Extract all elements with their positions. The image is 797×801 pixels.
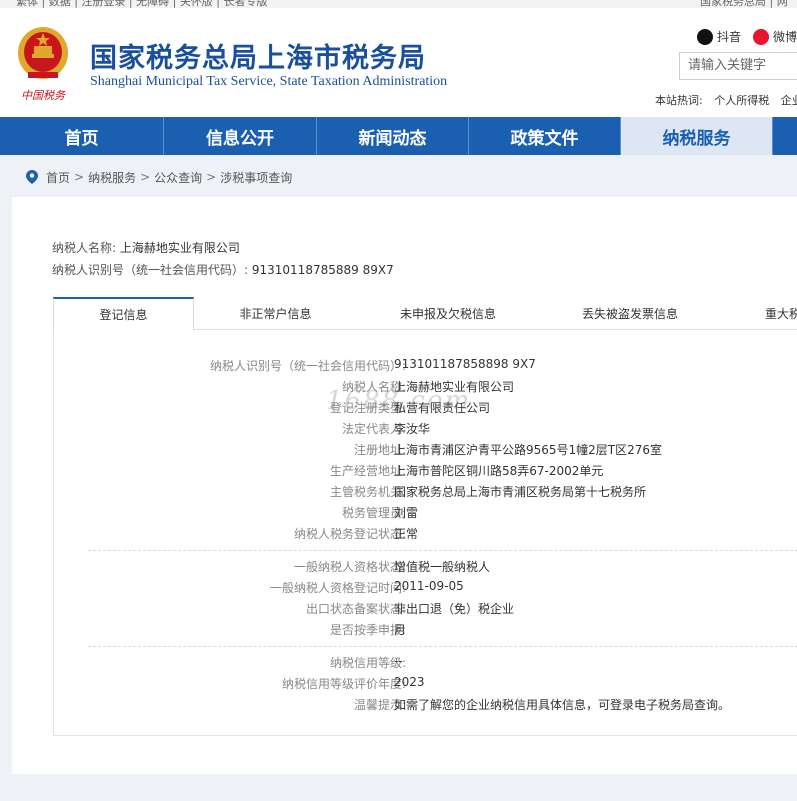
detail-value: 月	[394, 623, 407, 637]
logo-script-text: 中国税务	[21, 89, 66, 102]
detail-label: 一般纳税人资格登记时间:	[269, 581, 406, 595]
nav-more[interactable]	[773, 117, 797, 155]
tab-lost-invoices[interactable]: 丢失被盗发票信息	[539, 297, 721, 330]
taxpayer-name-line: 纳税人名称: 上海赫地实业有限公司	[52, 239, 240, 256]
detail-value: 上海市普陀区铜川路58弄67-2002单元	[394, 464, 604, 478]
detail-label: 一般纳税人资格状态:	[293, 560, 406, 574]
taxpayer-name-label: 纳税人名称:	[52, 241, 117, 255]
weibo-link[interactable]: 微博	[753, 28, 797, 45]
content-card: 纳税人名称: 上海赫地实业有限公司 纳税人识别号（统一社会信用代码）: 9131…	[12, 197, 797, 774]
taxpayer-id-label: 纳税人识别号（统一社会信用代码）:	[52, 263, 249, 277]
detail-row: 一般纳税人资格登记时间: 2011-09-05	[54, 579, 797, 599]
search-input[interactable]: 请输入关键字	[679, 52, 797, 80]
detail-label: 纳税信用等级评价年度:	[281, 677, 406, 691]
tab-unfiled-arrears[interactable]: 未申报及欠税信息	[357, 297, 539, 330]
breadcrumb-separator: >	[140, 170, 151, 184]
nav-news[interactable]: 新闻动态	[317, 117, 469, 155]
detail-value: 刘雷	[394, 506, 419, 520]
watermark: 1688.com	[326, 386, 472, 416]
breadcrumb-home[interactable]: 首页	[46, 169, 70, 186]
tab-major-tax[interactable]: 重大税	[721, 297, 797, 330]
detail-value: 增值税一般纳税人	[394, 560, 491, 574]
detail-row: 出口状态备案状态: 非出口退（免）税企业	[54, 600, 797, 620]
breadcrumb-tax-service[interactable]: 纳税服务	[88, 169, 136, 186]
weibo-icon	[753, 28, 769, 45]
nav-tax-service[interactable]: 纳税服务	[621, 117, 773, 155]
detail-value: 上海市青浦区沪青平公路9565号1幢2层T区276室	[394, 443, 663, 457]
top-links-strip: 繁体 | 数据 | 注册登录 | 无障碍 | 关怀版 | 长者专版 国家税务总局…	[0, 0, 797, 8]
site-title: 国家税务总局上海市税务局	[90, 43, 426, 74]
taxpayer-id-line: 纳税人识别号（统一社会信用代码）: 91310118785889 89X7	[52, 261, 394, 278]
detail-label: 纳税人税务登记状态:	[293, 527, 406, 541]
detail-row: 温馨提示: 如需了解您的企业纳税信用具体信息，可登录电子税务局查询。	[54, 696, 797, 716]
search-placeholder: 请输入关键字	[688, 58, 767, 73]
douyin-icon	[697, 28, 713, 45]
section-divider	[88, 646, 797, 647]
detail-row: 主管税务机关: 国家税务总局上海市青浦区税务局第十七税务所	[54, 483, 797, 503]
hotword-item[interactable]: 企业	[781, 94, 797, 107]
detail-row: 生产经营地址: 上海市普陀区铜川路58弄67-2002单元	[54, 462, 797, 482]
top-links-right[interactable]: 国家税务总局 | 网	[700, 0, 788, 8]
detail-value: 2011-09-05	[394, 579, 464, 593]
detail-value: --	[394, 654, 403, 668]
breadcrumb-current: 涉税事项查询	[220, 170, 293, 185]
breadcrumb-public-query[interactable]: 公众查询	[154, 169, 202, 186]
detail-value: 2023	[394, 675, 425, 689]
detail-row: 是否按季申报: 月	[54, 621, 797, 641]
detail-row: 一般纳税人资格状态: 增值税一般纳税人	[54, 558, 797, 578]
hotword-item[interactable]: 个人所得税	[714, 94, 769, 107]
breadcrumb-separator: >	[206, 170, 217, 184]
location-pin-icon	[26, 170, 38, 184]
section-divider	[88, 550, 797, 551]
detail-row: 法定代表人: 李汝华	[54, 420, 797, 440]
national-emblem-logo[interactable]: 中国税务	[14, 24, 72, 108]
taxpayer-id-value: 91310118785889 89X7	[251, 263, 394, 277]
detail-value: 非出口退（免）税企业	[394, 602, 515, 616]
detail-row: 纳税信用等级: --	[54, 654, 797, 674]
site-subtitle: Shanghai Municipal Tax Service, State Ta…	[90, 74, 448, 89]
hotwords-label: 本站热词:	[655, 94, 703, 107]
breadcrumb: 首页 > 纳税服务 > 公众查询 > 涉税事项查询	[26, 169, 292, 185]
tab-abnormal-household[interactable]: 非正常户信息	[194, 297, 357, 330]
detail-label: 出口状态备案状态:	[305, 602, 406, 616]
site-header: 中国税务 国家税务总局上海市税务局 Shanghai Municipal Tax…	[0, 8, 797, 117]
detail-row: 纳税人税务登记状态: 正常	[54, 525, 797, 545]
detail-value: 正常	[394, 527, 419, 541]
taxpayer-name-value: 上海赫地实业有限公司	[119, 241, 240, 255]
detail-row: 纳税信用等级评价年度: 2023	[54, 675, 797, 695]
detail-value: 国家税务总局上海市青浦区税务局第十七税务所	[394, 485, 647, 499]
nav-info-disclosure[interactable]: 信息公开	[164, 117, 317, 155]
detail-row: 税务管理员: 刘雷	[54, 504, 797, 524]
detail-row: 注册地址: 上海市青浦区沪青平公路9565号1幢2层T区276室	[54, 441, 797, 461]
detail-row: 纳税人识别号（统一社会信用代码）: 913101187858898 9X7	[54, 357, 797, 377]
douyin-link[interactable]: 抖音	[697, 28, 741, 45]
weibo-label: 微博	[773, 30, 797, 44]
tab-registration-info[interactable]: 登记信息	[53, 297, 194, 331]
hotwords: 本站热词: 个人所得税 企业	[655, 92, 797, 108]
detail-value: 李汝华	[394, 422, 431, 436]
detail-value: 913101187858898 9X7	[394, 357, 536, 371]
top-links-left[interactable]: 繁体 | 数据 | 注册登录 | 无障碍 | 关怀版 | 长者专版	[16, 0, 268, 8]
info-tabs: 登记信息 非正常户信息 未申报及欠税信息 丢失被盗发票信息 重大税	[53, 297, 797, 331]
nav-policy[interactable]: 政策文件	[469, 117, 621, 155]
douyin-label: 抖音	[717, 30, 742, 44]
main-nav: 首页 信息公开 新闻动态 政策文件 纳税服务	[0, 117, 797, 155]
detail-label: 纳税人识别号（统一社会信用代码）:	[209, 359, 406, 373]
breadcrumb-separator: >	[74, 170, 85, 184]
detail-value: 如需了解您的企业纳税信用具体信息，可登录电子税务局查询。	[394, 698, 731, 712]
nav-home[interactable]: 首页	[0, 117, 164, 155]
